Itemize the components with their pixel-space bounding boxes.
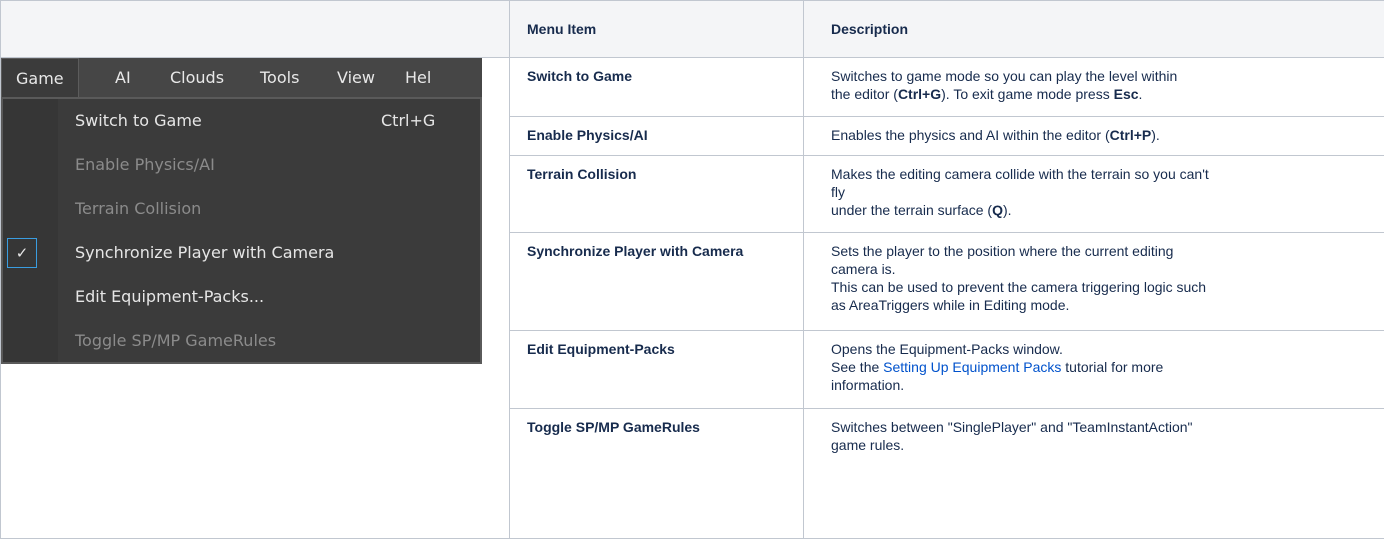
item-cell: Edit Equipment-Packs: [510, 331, 804, 409]
header-menu-item-label: Menu Item: [510, 21, 803, 37]
desc-cell: Switches to game mode so you can play th…: [804, 58, 1384, 117]
menubar-item-game: Game: [1, 58, 79, 98]
menubar-item-clouds: Clouds: [156, 58, 238, 97]
editor-menubar: Game AI Clouds Tools View Hel: [1, 58, 482, 97]
header-cell-description: Description: [804, 1, 1384, 58]
game-dropdown-menu: Switch to Game Ctrl+G Enable Physics/AI …: [1, 97, 482, 364]
editor-game-menu-screenshot: Game AI Clouds Tools View Hel Switch to …: [1, 58, 482, 364]
menu-shortcut: Ctrl+G: [381, 100, 435, 142]
menu-item-toggle-sp-mp: Toggle SP/MP GameRules: [3, 320, 480, 362]
header-description-label: Description: [804, 21, 1384, 37]
desc-cell: Enables the physics and AI within the ed…: [804, 117, 1384, 156]
page: Menu Item Description Game AI Clouds Too…: [0, 0, 1384, 538]
menubar-item-help: Hel: [391, 58, 445, 97]
table-row: Game AI Clouds Tools View Hel Switch to …: [1, 58, 1384, 117]
desc-cell: Switches between "SinglePlayer" and "Tea…: [804, 409, 1384, 539]
item-cell: Synchronize Player with Camera: [510, 233, 804, 331]
header-cell-menu-item: Menu Item: [510, 1, 804, 58]
item-cell: Enable Physics/AI: [510, 117, 804, 156]
menu-item-switch-to-game: Switch to Game Ctrl+G: [3, 100, 480, 142]
item-cell: Terrain Collision: [510, 156, 804, 233]
screenshot-cell: Game AI Clouds Tools View Hel Switch to …: [1, 58, 510, 539]
menu-item-edit-equipment-packs: Edit Equipment-Packs...: [3, 276, 480, 318]
item-cell: Toggle SP/MP GameRules: [510, 409, 804, 539]
menubar-item-tools: Tools: [246, 58, 313, 97]
item-cell: Switch to Game: [510, 58, 804, 117]
setting-up-equipment-packs-link[interactable]: Setting Up Equipment Packs: [883, 359, 1061, 375]
header-row: Menu Item Description: [1, 1, 1384, 58]
menubar-item-view: View: [323, 58, 389, 97]
desc-cell: Makes the editing camera collide with th…: [804, 156, 1384, 233]
menu-item-terrain-collision: Terrain Collision: [3, 188, 480, 230]
menubar-item-ai: AI: [101, 58, 145, 97]
menu-reference-table: Menu Item Description Game AI Clouds Too…: [0, 0, 1384, 539]
desc-cell: Opens the Equipment-Packs window. See th…: [804, 331, 1384, 409]
checkmark-icon: ✓: [7, 238, 37, 268]
desc-cell: Sets the player to the position where th…: [804, 233, 1384, 331]
menu-item-synchronize-player: ✓ Synchronize Player with Camera: [3, 232, 480, 274]
menu-item-enable-physics-ai: Enable Physics/AI: [3, 144, 480, 186]
header-cell-image: [1, 1, 510, 58]
